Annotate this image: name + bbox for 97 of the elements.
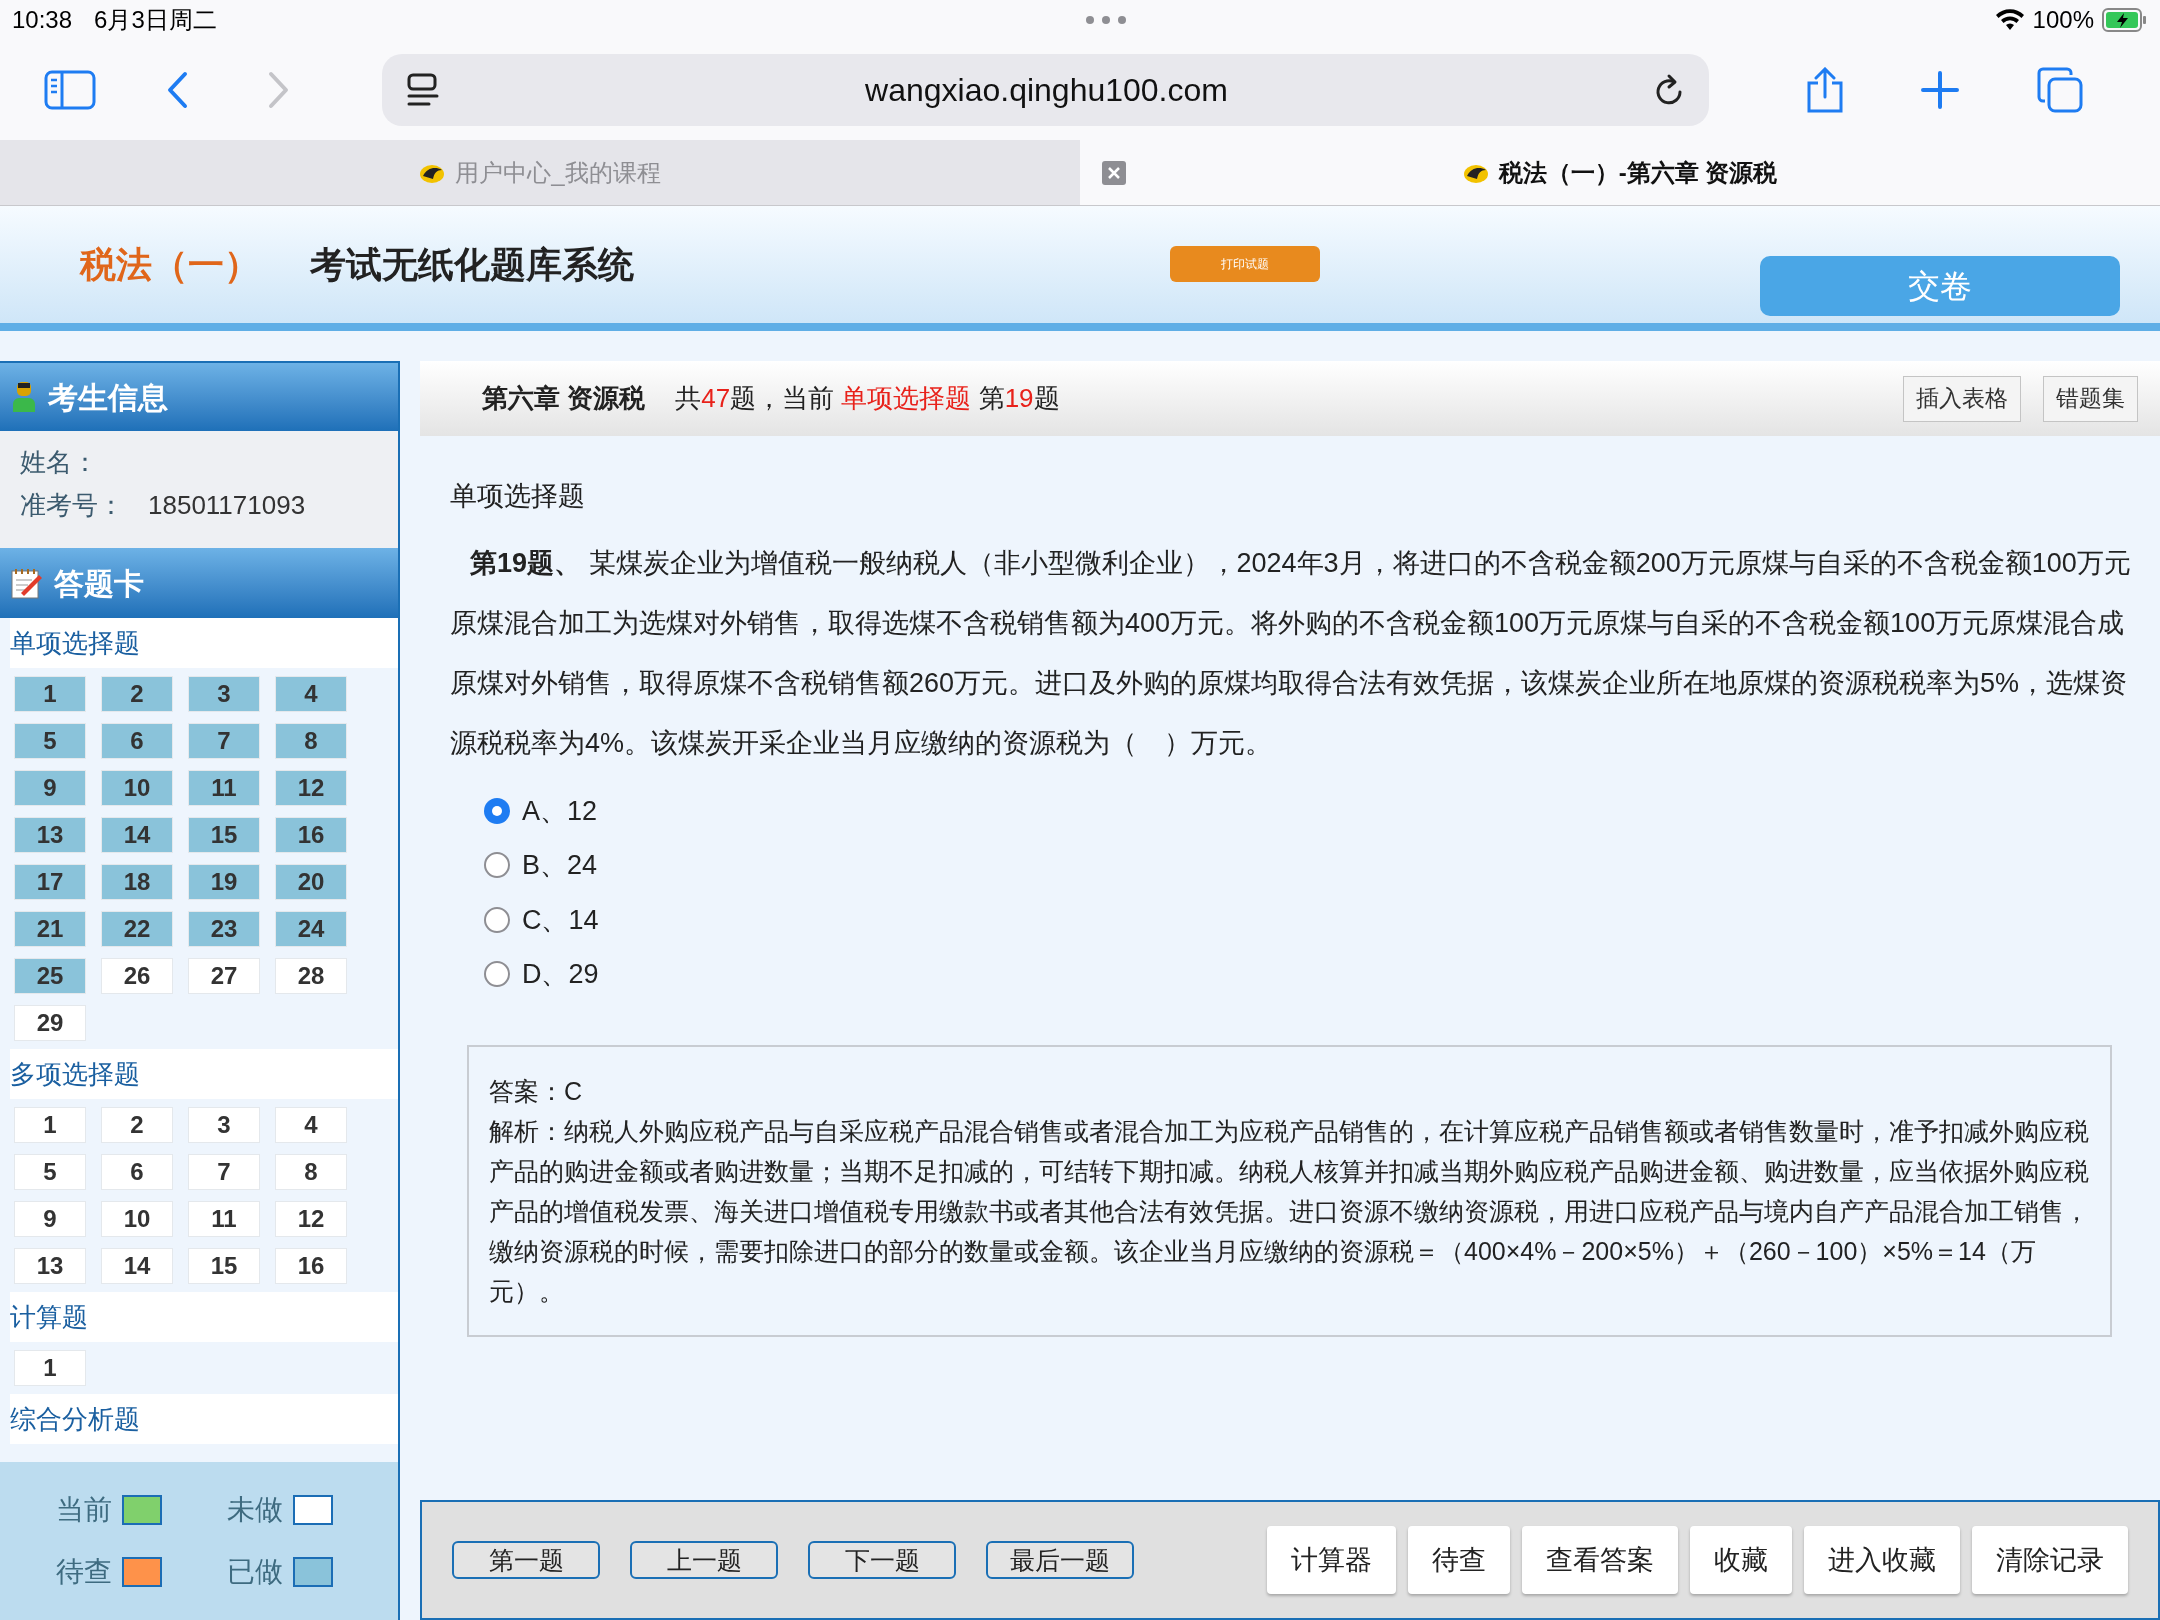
close-tab-icon[interactable] (1102, 161, 1126, 185)
question-number[interactable]: 28 (275, 958, 347, 994)
browser-tab[interactable]: 税法（一）-第六章 资源税 (1080, 140, 2160, 205)
tool-button[interactable]: 计算器 (1267, 1526, 1396, 1594)
question-number[interactable]: 1 (14, 1350, 86, 1386)
question-number[interactable]: 14 (101, 1248, 173, 1284)
question-number[interactable]: 3 (188, 1107, 260, 1143)
question-number[interactable]: 10 (101, 770, 173, 806)
toolbar-button[interactable]: 错题集 (2043, 375, 2138, 422)
page-menu-icon[interactable] (406, 72, 440, 108)
new-tab-icon[interactable] (1921, 71, 1959, 109)
status-date: 6月3日周二 (94, 5, 217, 35)
question-number[interactable]: 19 (188, 864, 260, 900)
question-number[interactable]: 13 (14, 1248, 86, 1284)
battery-charging-icon (2102, 8, 2148, 32)
legend-label: 当前 (56, 1493, 112, 1527)
share-icon[interactable] (1805, 67, 1845, 113)
address-bar[interactable]: wangxiao.qinghu100.com (382, 54, 1709, 126)
question-number[interactable]: 17 (14, 864, 86, 900)
question-number[interactable]: 7 (188, 1154, 260, 1190)
tabs-overview-icon[interactable] (2037, 67, 2083, 113)
nav-button[interactable]: 第一题 (452, 1541, 600, 1579)
tool-button[interactable]: 清除记录 (1972, 1526, 2128, 1594)
question-number[interactable]: 10 (101, 1201, 173, 1237)
question-number[interactable]: 9 (14, 770, 86, 806)
exam-id-value: 18501171093 (148, 489, 306, 522)
tool-button[interactable]: 查看答案 (1522, 1526, 1678, 1594)
question-number[interactable]: 3 (188, 676, 260, 712)
legend-label: 未做 (227, 1493, 283, 1527)
question-number[interactable]: 5 (14, 1154, 86, 1190)
question-number[interactable]: 16 (275, 817, 347, 853)
question-number[interactable]: 23 (188, 911, 260, 947)
question-number[interactable]: 6 (101, 1154, 173, 1190)
question-text: 第19题、 某煤炭企业为增值税一般纳税人（非小型微利企业），2024年3月，将进口的不含税金额200万元原煤与自采的不含税金额100万元原煤混合加工为选煤对外销售，取得选煤不含税销售额为400万元。将外购的不含税金额100万元原煤与自采的不含税金额100万元原煤混合成原煤对外销售，取得原煤不含税销售额260万元。进口及外购的原煤均取得合法有效凭据，该煤炭企业所在地原煤的资源税税率为5%，选煤资源税税率为4%。该煤炭开采企业当月应缴纳的资源税为（ ）万元。 (450, 546, 2132, 760)
answer-option[interactable]: A、12 (484, 790, 2140, 831)
question-number[interactable]: 4 (275, 1107, 347, 1143)
panel-title: 考生信息 (48, 379, 168, 416)
question-number[interactable]: 12 (275, 1201, 347, 1237)
question-number[interactable]: 15 (188, 1248, 260, 1284)
question-number[interactable]: 7 (188, 723, 260, 759)
user-icon (12, 380, 36, 414)
system-title: 考试无纸化题库系统 (310, 242, 634, 287)
question-number[interactable]: 21 (14, 911, 86, 947)
question-number[interactable]: 6 (101, 723, 173, 759)
analysis-text: 解析：纳税人外购应税产品与自采应税产品混合销售或者混合加工为应税产品销售的，在计算应税产品销售额或者销售数量时，准予扣减外购应税产品的购进金额或者购进数量；当期不足扣减的，可结转下期扣减。纳税人核算并扣减当期外购应税产品购进金额、购进数量，应当依据外购应税产品的增值税发票、海关进口增值税专用缴款书或者其他合法有效凭据。进口资源不缴纳资源税，用进口应税产品与境内自产产品混合加工销售，缴纳资源税的时候，需要扣除进口的部分的数量或金额。该企业当月应缴纳的资源税＝（400×4%－200×5%）＋（260－100）×5%＝14（万元）。 (489, 1115, 2090, 1307)
status-time: 10:38 (12, 5, 73, 35)
question-number[interactable]: 14 (101, 817, 173, 853)
tool-button[interactable]: 收藏 (1690, 1526, 1792, 1594)
question-number[interactable]: 13 (14, 817, 86, 853)
question-type: 单项选择题 (450, 480, 586, 513)
tool-button[interactable]: 进入收藏 (1804, 1526, 1960, 1594)
question-number[interactable]: 1 (14, 1107, 86, 1143)
question-number[interactable]: 18 (101, 864, 173, 900)
question-number[interactable]: 16 (275, 1248, 347, 1284)
nav-button[interactable]: 上一题 (630, 1541, 778, 1579)
question-number[interactable]: 9 (14, 1201, 86, 1237)
battery-percent: 100% (2032, 5, 2094, 35)
answer-text: 答案：C (489, 1075, 584, 1107)
wifi-icon (1994, 9, 2025, 31)
question-number[interactable]: 27 (188, 958, 260, 994)
chapter-title: 第六章 资源税 (482, 382, 646, 415)
panel-title: 答题卡 (54, 565, 144, 602)
question-number[interactable]: 2 (101, 676, 173, 712)
question-number[interactable]: 20 (275, 864, 347, 900)
legend-label: 已做 (227, 1555, 283, 1589)
question-number[interactable]: 11 (188, 770, 260, 806)
toolbar-button[interactable]: 插入表格 (1903, 375, 2021, 422)
more-dots-icon[interactable] (1083, 15, 1128, 25)
nav-button[interactable]: 下一题 (808, 1541, 956, 1579)
back-icon[interactable] (166, 71, 188, 109)
nav-button[interactable]: 最后一题 (986, 1541, 1134, 1579)
answer-option[interactable]: C、14 (484, 899, 2140, 940)
question-number[interactable]: 29 (14, 1005, 86, 1041)
section-title[interactable]: 计算题 (10, 1297, 88, 1337)
answer-option[interactable]: D、29 (484, 954, 2140, 995)
name-label: 姓名： (20, 446, 99, 479)
question-number[interactable]: 22 (101, 911, 173, 947)
question-number[interactable]: 25 (14, 958, 86, 994)
question-number[interactable]: 26 (101, 958, 173, 994)
question-number[interactable]: 8 (275, 723, 347, 759)
question-number[interactable]: 1 (14, 676, 86, 712)
question-number[interactable]: 24 (275, 911, 347, 947)
legend-label: 待查 (56, 1555, 112, 1589)
question-number[interactable]: 4 (275, 676, 347, 712)
question-progress: 共47题，当前 单项选择题 第19题 (675, 382, 1060, 415)
exam-id-label: 准考号： (20, 489, 124, 522)
tool-button[interactable]: 待查 (1408, 1526, 1510, 1594)
notepad-icon (10, 566, 44, 600)
question-number[interactable]: 11 (188, 1201, 260, 1237)
question-number[interactable]: 12 (275, 770, 347, 806)
question-number[interactable]: 2 (101, 1107, 173, 1143)
question-number[interactable]: 15 (188, 817, 260, 853)
answer-option[interactable]: B、24 (484, 845, 2140, 886)
question-number[interactable]: 5 (14, 723, 86, 759)
subject-title: 税法（一） (80, 242, 260, 287)
sidebar-toggle-icon[interactable] (44, 70, 96, 110)
question-number[interactable]: 8 (275, 1154, 347, 1190)
